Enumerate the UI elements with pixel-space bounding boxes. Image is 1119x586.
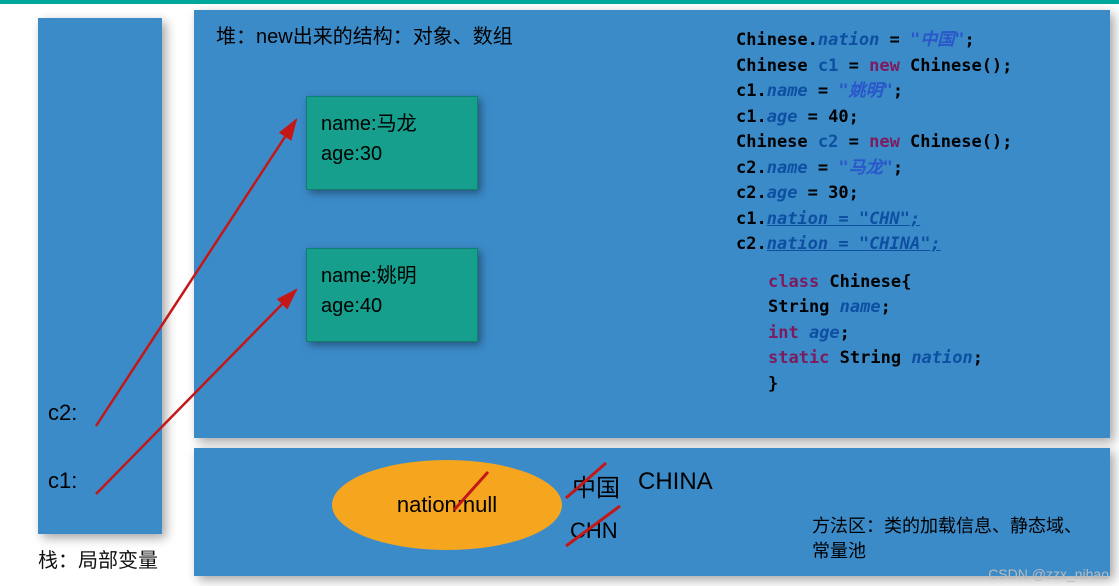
stack-var-c1: c1: [48, 468, 77, 494]
obj2-name: name:姚明 [321, 261, 463, 291]
value-chn: CHN [570, 518, 618, 544]
nation-label: nation:null [397, 492, 497, 518]
heap-area: 堆：new出来的结构：对象、数组 name:马龙 age:30 name:姚明 … [194, 10, 1110, 438]
watermark: CSDN @zzx_nihao [988, 566, 1109, 582]
stack-label: 栈：局部变量 [38, 544, 158, 573]
code-block: Chinese.nation = "中国"; Chinese c1 = new … [736, 28, 1094, 397]
heap-object-1: name:马龙 age:30 [306, 96, 478, 190]
heap-label: 堆：new出来的结构：对象、数组 [216, 20, 513, 49]
obj1-age: age:30 [321, 139, 463, 169]
heap-object-2: name:姚明 age:40 [306, 248, 478, 342]
value-cn: 中国 [572, 468, 620, 503]
value-china: CHINA [638, 468, 713, 496]
obj1-name: name:马龙 [321, 109, 463, 139]
stack-column: c2: c1: [38, 18, 162, 534]
stack-var-c2: c2: [48, 400, 77, 426]
nation-ellipse: nation:null [332, 460, 562, 550]
obj2-age: age:40 [321, 291, 463, 321]
method-area-label: 方法区：类的加载信息、静态域、常量池 [812, 514, 1092, 564]
method-area: nation:null 中国 CHINA CHN 方法区：类的加载信息、静态域、… [194, 448, 1110, 576]
